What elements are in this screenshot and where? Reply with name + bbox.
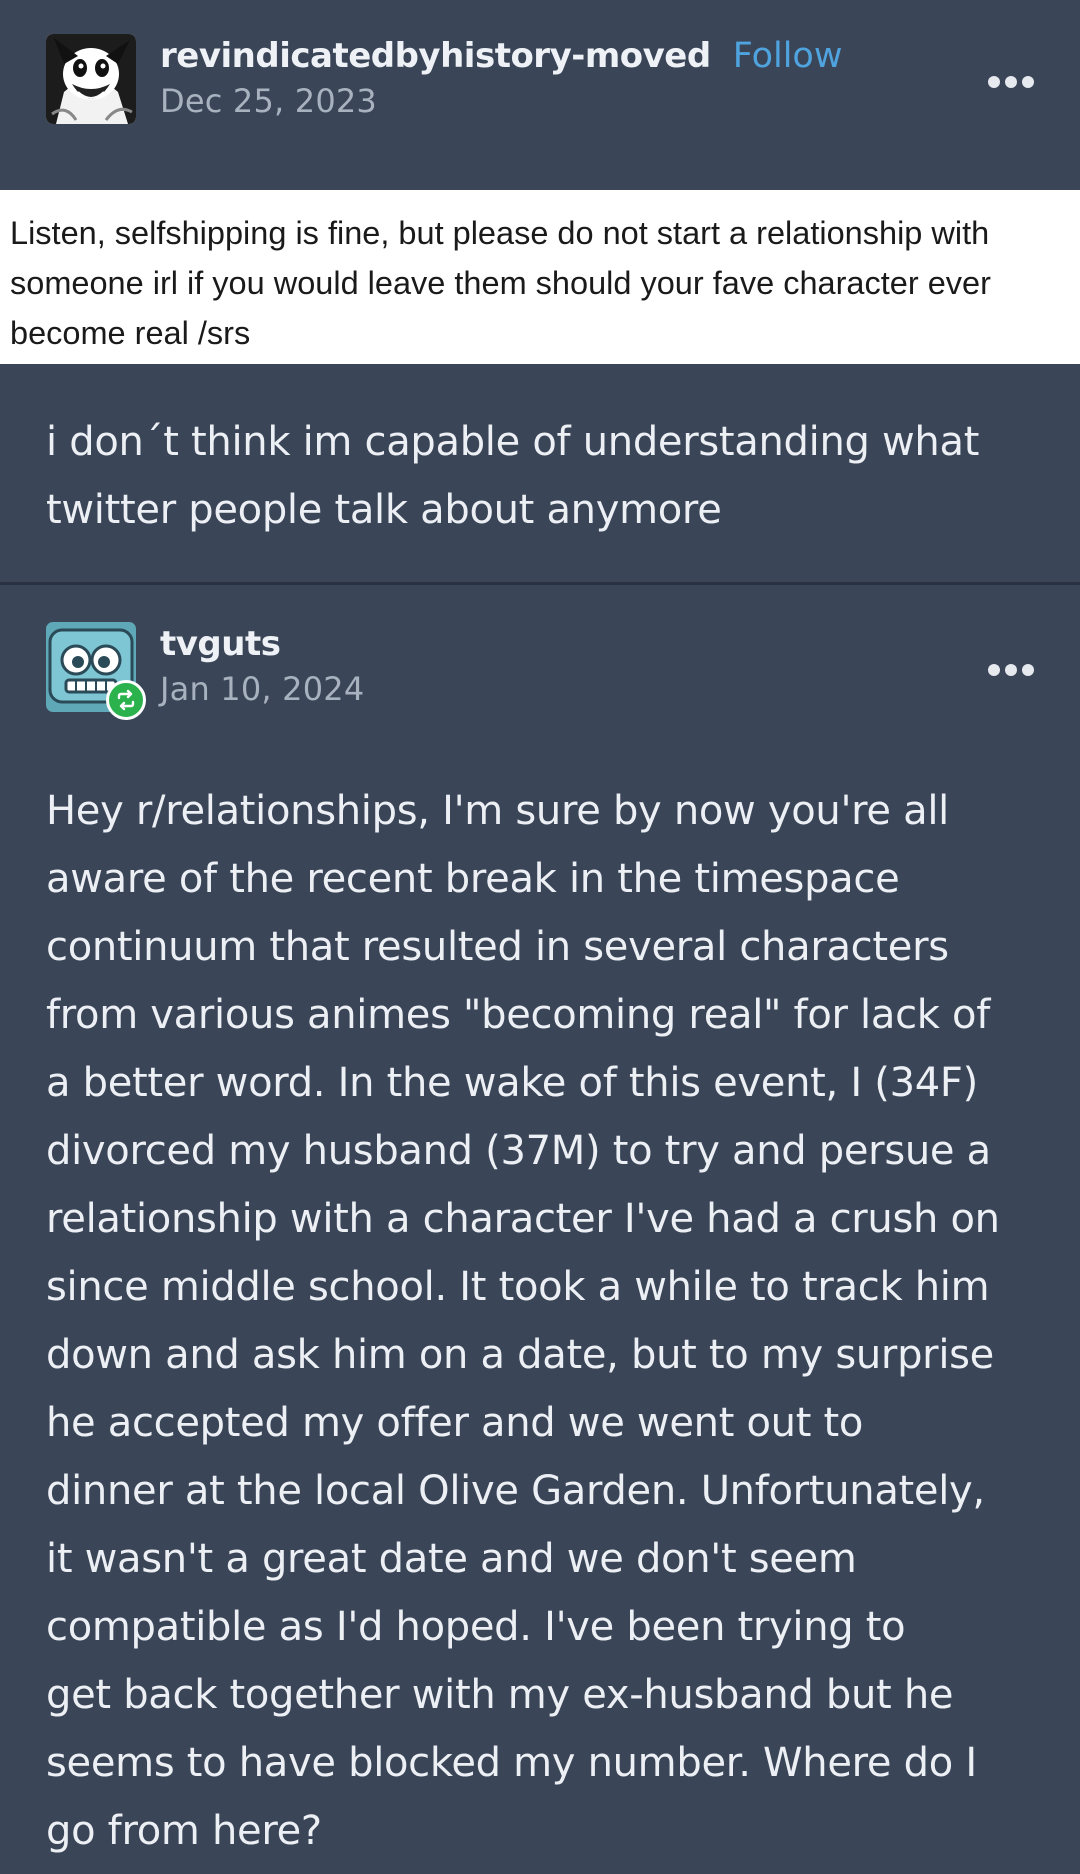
reblog-icon bbox=[106, 680, 146, 720]
body-line: a better word. In the wake of this event… bbox=[46, 1060, 978, 1106]
post-body: i don´t think im capable of understandin… bbox=[46, 408, 1036, 544]
body-line: relationship with a character I've had a… bbox=[46, 1196, 1000, 1242]
post-header: tvguts Jan 10, 2024 bbox=[46, 622, 364, 720]
tweet-line: someone irl if you would leave them shou… bbox=[10, 265, 991, 301]
body-line: compatible as I'd hoped. I've been tryin… bbox=[46, 1604, 906, 1650]
post-header: revindicatedbyhistory-moved Follow Dec 2… bbox=[46, 34, 842, 128]
avatar[interactable] bbox=[46, 622, 146, 720]
body-line: aware of the recent break in the timespa… bbox=[46, 856, 900, 902]
tweet-line: Listen, selfshipping is fine, but please… bbox=[10, 215, 990, 251]
username[interactable]: tvguts bbox=[160, 624, 281, 664]
body-line: it wasn't a great date and we don't seem bbox=[46, 1536, 857, 1582]
body-line: he accepted my offer and we went out to bbox=[46, 1400, 864, 1446]
body-line: seems to have blocked my number. Where d… bbox=[46, 1740, 977, 1786]
more-options-icon[interactable] bbox=[988, 663, 1034, 677]
dot bbox=[1022, 76, 1034, 88]
body-line: down and ask him on a date, but to my su… bbox=[46, 1332, 994, 1378]
body-line: get back together with my ex-husband but… bbox=[46, 1672, 954, 1718]
tweet-line: become real /srs bbox=[10, 315, 251, 351]
post-revindicatedbyhistory: revindicatedbyhistory-moved Follow Dec 2… bbox=[0, 0, 1080, 582]
more-options-icon[interactable] bbox=[988, 75, 1034, 89]
name-row: tvguts bbox=[160, 624, 364, 664]
dot bbox=[1005, 664, 1017, 676]
body-line: i don´t think im capable of understandin… bbox=[46, 419, 980, 465]
body-line: twitter people talk about anymore bbox=[46, 487, 722, 533]
post-meta: revindicatedbyhistory-moved Follow Dec 2… bbox=[160, 36, 842, 120]
username[interactable]: revindicatedbyhistory-moved bbox=[160, 36, 711, 76]
body-line: Hey r/relationships, I'm sure by now you… bbox=[46, 788, 949, 834]
dot bbox=[1022, 664, 1034, 676]
post-body: Hey r/relationships, I'm sure by now you… bbox=[46, 777, 1036, 1865]
post-meta: tvguts Jan 10, 2024 bbox=[160, 624, 364, 708]
name-row: revindicatedbyhistory-moved Follow bbox=[160, 36, 842, 76]
dot bbox=[988, 76, 1000, 88]
dot bbox=[1005, 76, 1017, 88]
post-date: Dec 25, 2023 bbox=[160, 82, 377, 120]
avatar[interactable] bbox=[46, 34, 136, 124]
body-line: from various animes "becoming real" for … bbox=[46, 992, 991, 1038]
body-line: continuum that resulted in several chara… bbox=[46, 924, 949, 970]
embedded-tweet-screenshot: Listen, selfshipping is fine, but please… bbox=[0, 190, 1080, 364]
body-line: go from here? bbox=[46, 1808, 322, 1854]
post-date: Jan 10, 2024 bbox=[160, 670, 365, 708]
body-line: since middle school. It took a while to … bbox=[46, 1264, 990, 1310]
body-line: dinner at the local Olive Garden. Unfort… bbox=[46, 1468, 985, 1514]
avatar-image bbox=[46, 34, 136, 124]
follow-button[interactable]: Follow bbox=[733, 36, 843, 76]
post-tvguts: tvguts Jan 10, 2024 Hey r/relationships,… bbox=[0, 585, 1080, 1874]
dot bbox=[988, 664, 1000, 676]
body-line: divorced my husband (37M) to try and per… bbox=[46, 1128, 991, 1174]
